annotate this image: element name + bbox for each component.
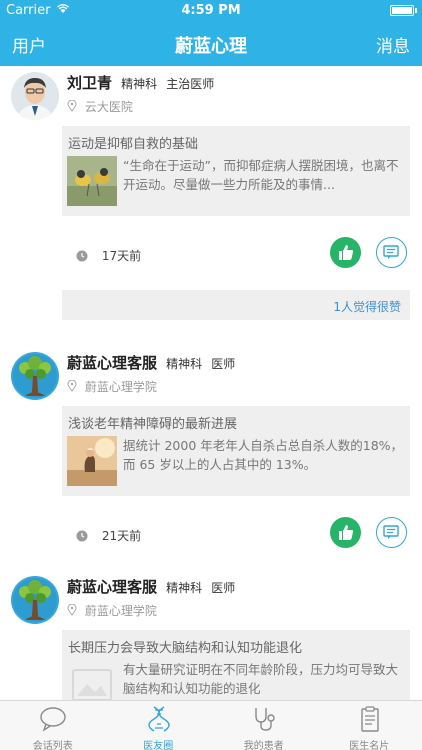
- author-title: 主治医师: [166, 77, 215, 91]
- dna-icon: [144, 705, 174, 733]
- clipboard-icon: [355, 705, 385, 733]
- clock-icon: [76, 250, 88, 262]
- feed-list[interactable]: 刘卫青 精神科 主治医师 云大医院 运动是抑郁自救的基础 “生命在于运动”，而抑…: [0, 66, 422, 700]
- article-snippet: “生命在于运动”，而抑郁症病人摆脱困境，也离不开运动。尽量做一些力所能及的事情.…: [123, 158, 399, 192]
- nav-bar: 用户 蔚蓝心理 消息: [0, 22, 422, 66]
- author-department: 精神科: [121, 77, 158, 91]
- likes-count[interactable]: 1人觉得很赞: [333, 298, 401, 315]
- hospital-name: 云大医院: [84, 100, 133, 114]
- article-snippet: 据统计 2000 年老年人自杀占总自杀人数的18%，而 65 岁以上的人占其中的…: [123, 438, 404, 472]
- article-thumbnail: [67, 156, 117, 206]
- like-button[interactable]: [330, 517, 361, 548]
- author-row: 蔚蓝心理客服 精神科 医师: [67, 576, 235, 597]
- tab-label: 会话列表: [32, 741, 73, 750]
- tab-doctor-card[interactable]: 医生名片: [317, 701, 422, 750]
- article-card[interactable]: 浅谈老年精神障碍的最新进展 据统计 2000 年老年人自杀占总自杀人数的18%，…: [62, 406, 410, 496]
- tab-label: 医生名片: [349, 741, 390, 750]
- hospital-row: 蔚蓝心理学院: [67, 602, 157, 619]
- author-department: 精神科: [166, 581, 203, 595]
- nav-messages-button[interactable]: 消息: [376, 32, 410, 57]
- post-time-row: 17天前: [76, 247, 141, 264]
- battery-tip: [415, 8, 417, 13]
- location-pin-icon: [67, 603, 77, 616]
- chat-bubble-icon: [38, 705, 68, 733]
- tab-label: 我的患者: [243, 741, 284, 750]
- comment-button[interactable]: [376, 237, 407, 268]
- avatar[interactable]: [11, 72, 59, 120]
- clock-time: 4:59 PM: [181, 3, 241, 18]
- stethoscope-icon: [249, 705, 279, 733]
- battery-icon: [390, 5, 414, 16]
- author-department: 精神科: [166, 357, 203, 371]
- location-pin-icon: [67, 379, 77, 392]
- avatar[interactable]: [11, 352, 59, 400]
- author-name[interactable]: 刘卫青: [67, 74, 112, 92]
- status-bar: Carrier 4:59 PM: [0, 0, 422, 22]
- author-row: 蔚蓝心理客服 精神科 医师: [67, 352, 235, 373]
- post-time: 17天前: [101, 249, 142, 263]
- hospital-row: 云大医院: [67, 98, 133, 115]
- author-row: 刘卫青 精神科 主治医师: [67, 72, 214, 93]
- page-title: 蔚蓝心理: [175, 36, 247, 57]
- tab-chat-list[interactable]: 会话列表: [0, 701, 106, 750]
- article-thumbnail-placeholder: [67, 660, 117, 700]
- hospital-name: 蔚蓝心理学院: [84, 604, 157, 618]
- article-title: 浅谈老年精神障碍的最新进展: [68, 417, 238, 432]
- author-title: 医师: [211, 581, 236, 595]
- likes-bar: 1人觉得很赞: [62, 290, 410, 320]
- author-title: 医师: [211, 357, 236, 371]
- article-card[interactable]: 长期压力会导致大脑结构和认知功能退化 有大量研究证明在不同年龄阶段，压力均可导致…: [62, 630, 410, 700]
- article-title: 长期压力会导致大脑结构和认知功能退化: [68, 641, 303, 656]
- clock-icon: [76, 530, 88, 542]
- like-button[interactable]: [330, 237, 361, 268]
- post-time-row: 21天前: [76, 527, 141, 544]
- article-snippet: 有大量研究证明在不同年龄阶段，压力均可导致大脑结构和认知功能的退化: [123, 662, 399, 696]
- post-time: 21天前: [101, 529, 142, 543]
- tab-doctor-circle[interactable]: 医友圈: [106, 701, 212, 750]
- tab-label: 医友圈: [143, 741, 174, 750]
- article-title: 运动是抑郁自救的基础: [68, 137, 199, 152]
- article-thumbnail: [67, 436, 117, 486]
- author-name[interactable]: 蔚蓝心理客服: [67, 578, 157, 596]
- avatar[interactable]: [11, 576, 59, 624]
- tab-my-patients[interactable]: 我的患者: [211, 701, 317, 750]
- hospital-row: 蔚蓝心理学院: [67, 378, 157, 395]
- article-card[interactable]: 运动是抑郁自救的基础 “生命在于运动”，而抑郁症病人摆脱困境，也离不开运动。尽量…: [62, 126, 410, 216]
- comment-button[interactable]: [376, 517, 407, 548]
- hospital-name: 蔚蓝心理学院: [84, 380, 157, 394]
- author-name[interactable]: 蔚蓝心理客服: [67, 354, 157, 372]
- location-pin-icon: [67, 99, 77, 112]
- tab-bar: 会话列表 医友圈 我的患者 医生名片: [0, 700, 422, 750]
